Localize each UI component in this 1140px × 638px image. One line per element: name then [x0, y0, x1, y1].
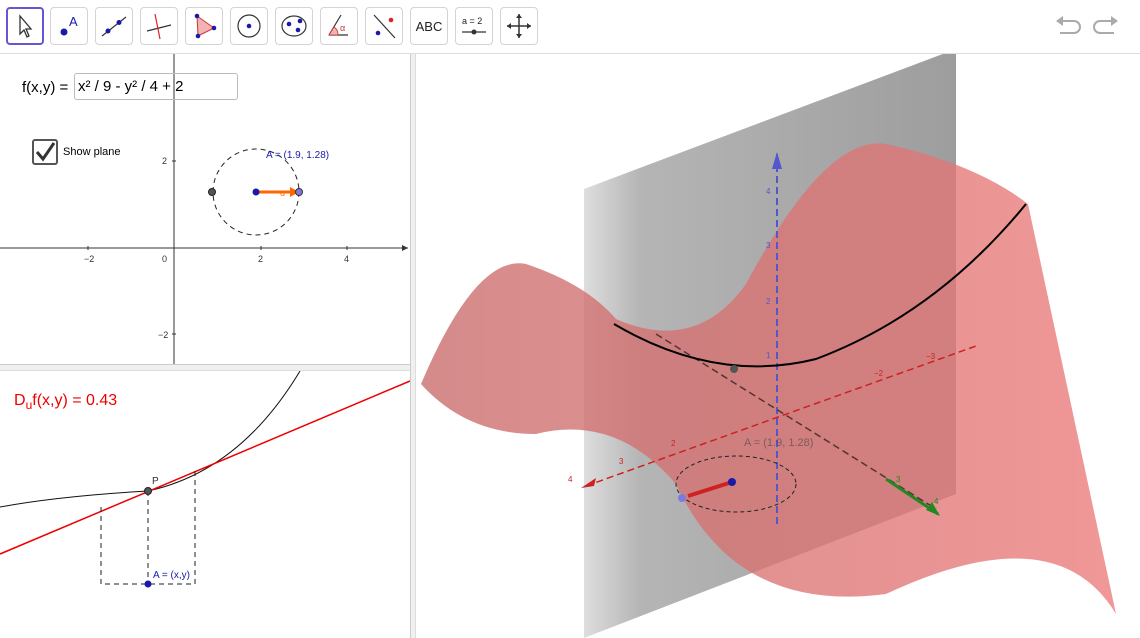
y-tick: −2: [158, 330, 168, 340]
function-input[interactable]: x² / 9 - y² / 4 + 2: [74, 73, 238, 100]
undo-icon[interactable]: [1052, 12, 1082, 42]
point-p-3d[interactable]: [730, 365, 738, 373]
show-plane-checkbox[interactable]: [32, 139, 58, 165]
svg-text:A: A: [69, 14, 78, 29]
x-tick: 4: [344, 254, 349, 264]
tool-angle[interactable]: α: [320, 7, 358, 45]
tool-slider[interactable]: a = 2: [455, 7, 493, 45]
function-label: f(x,y) =: [22, 79, 69, 96]
z-tick: 2: [766, 297, 771, 306]
z-tick: 3: [766, 241, 771, 250]
perpendicular-line-icon: [146, 13, 172, 40]
toolbar: A α ABC a = 2: [0, 0, 1140, 54]
point-a-3d-label: A = (1.9, 1.28): [744, 437, 813, 449]
show-plane-label: Show plane: [63, 146, 121, 158]
move-view-icon: [507, 14, 531, 38]
tool-reflect[interactable]: [365, 7, 403, 45]
point-u-3d[interactable]: [678, 494, 686, 502]
x-tick: −2: [84, 254, 94, 264]
point-u-end[interactable]: [295, 188, 303, 196]
point-a-3d[interactable]: [728, 478, 736, 486]
x-tick-3d: 4: [568, 475, 573, 484]
checkmark-icon: [35, 142, 56, 162]
tool-line[interactable]: [95, 7, 133, 45]
point-a[interactable]: [252, 188, 260, 196]
cursor-arrow-icon: [19, 14, 33, 38]
vector-label: u: [280, 188, 285, 198]
y-tick-3d: 4: [934, 497, 939, 506]
tool-perpendicular[interactable]: [140, 7, 178, 45]
tool-polygon[interactable]: [185, 7, 223, 45]
x-tick-3d: 2: [671, 439, 676, 448]
slider-icon: a = 2: [462, 16, 486, 35]
point-a-label: A = (1.9, 1.28): [266, 150, 329, 161]
tool-circle[interactable]: [230, 7, 268, 45]
reflect-about-line-icon: [373, 14, 396, 39]
x-tick-3d: 3: [619, 457, 624, 466]
line-through-points-icon: [101, 16, 127, 37]
text-icon: ABC: [415, 18, 443, 34]
horizontal-splitter[interactable]: [0, 364, 410, 371]
circle-center-point-icon: [237, 14, 261, 38]
ellipse-icon: [281, 15, 307, 37]
graphics-view-3d[interactable]: A = (1.9, 1.28) 4 3 2 1 4 3 2 −2 −3 3 4: [416, 54, 1140, 638]
y-tick-3d: 3: [896, 475, 901, 484]
point-icon: A: [60, 14, 78, 36]
point[interactable]: [208, 188, 216, 196]
graphics-view-1[interactable]: −2 0 2 4 2 −2 u A = (1.9, 1.28): [0, 54, 410, 364]
polygon-icon: [194, 13, 217, 39]
point-p[interactable]: [144, 487, 152, 495]
tool-ellipse[interactable]: [275, 7, 313, 45]
angle-icon: α: [328, 14, 348, 36]
x-tick: 2: [258, 254, 263, 264]
z-tick: 1: [766, 351, 771, 360]
svg-text:α: α: [340, 23, 345, 33]
z-tick: 4: [766, 187, 771, 196]
point-p-label: P: [152, 476, 159, 487]
tool-move[interactable]: [6, 7, 44, 45]
x-tick-3d: −2: [874, 369, 884, 378]
y-tick: 2: [162, 156, 167, 166]
tool-move-view[interactable]: [500, 7, 538, 45]
point-a-xy[interactable]: [144, 580, 152, 588]
point-a-xy-label: A = (x,y): [153, 570, 190, 581]
tool-point[interactable]: A: [50, 7, 88, 45]
x-tick-3d: −3: [926, 352, 936, 361]
tool-text[interactable]: ABC: [410, 7, 448, 45]
redo-icon[interactable]: [1092, 12, 1122, 42]
x-tick: 0: [162, 254, 167, 264]
svg-text:a = 2: a = 2: [462, 16, 482, 26]
directional-derivative-label: Duf(x,y) = 0.43: [14, 392, 118, 413]
